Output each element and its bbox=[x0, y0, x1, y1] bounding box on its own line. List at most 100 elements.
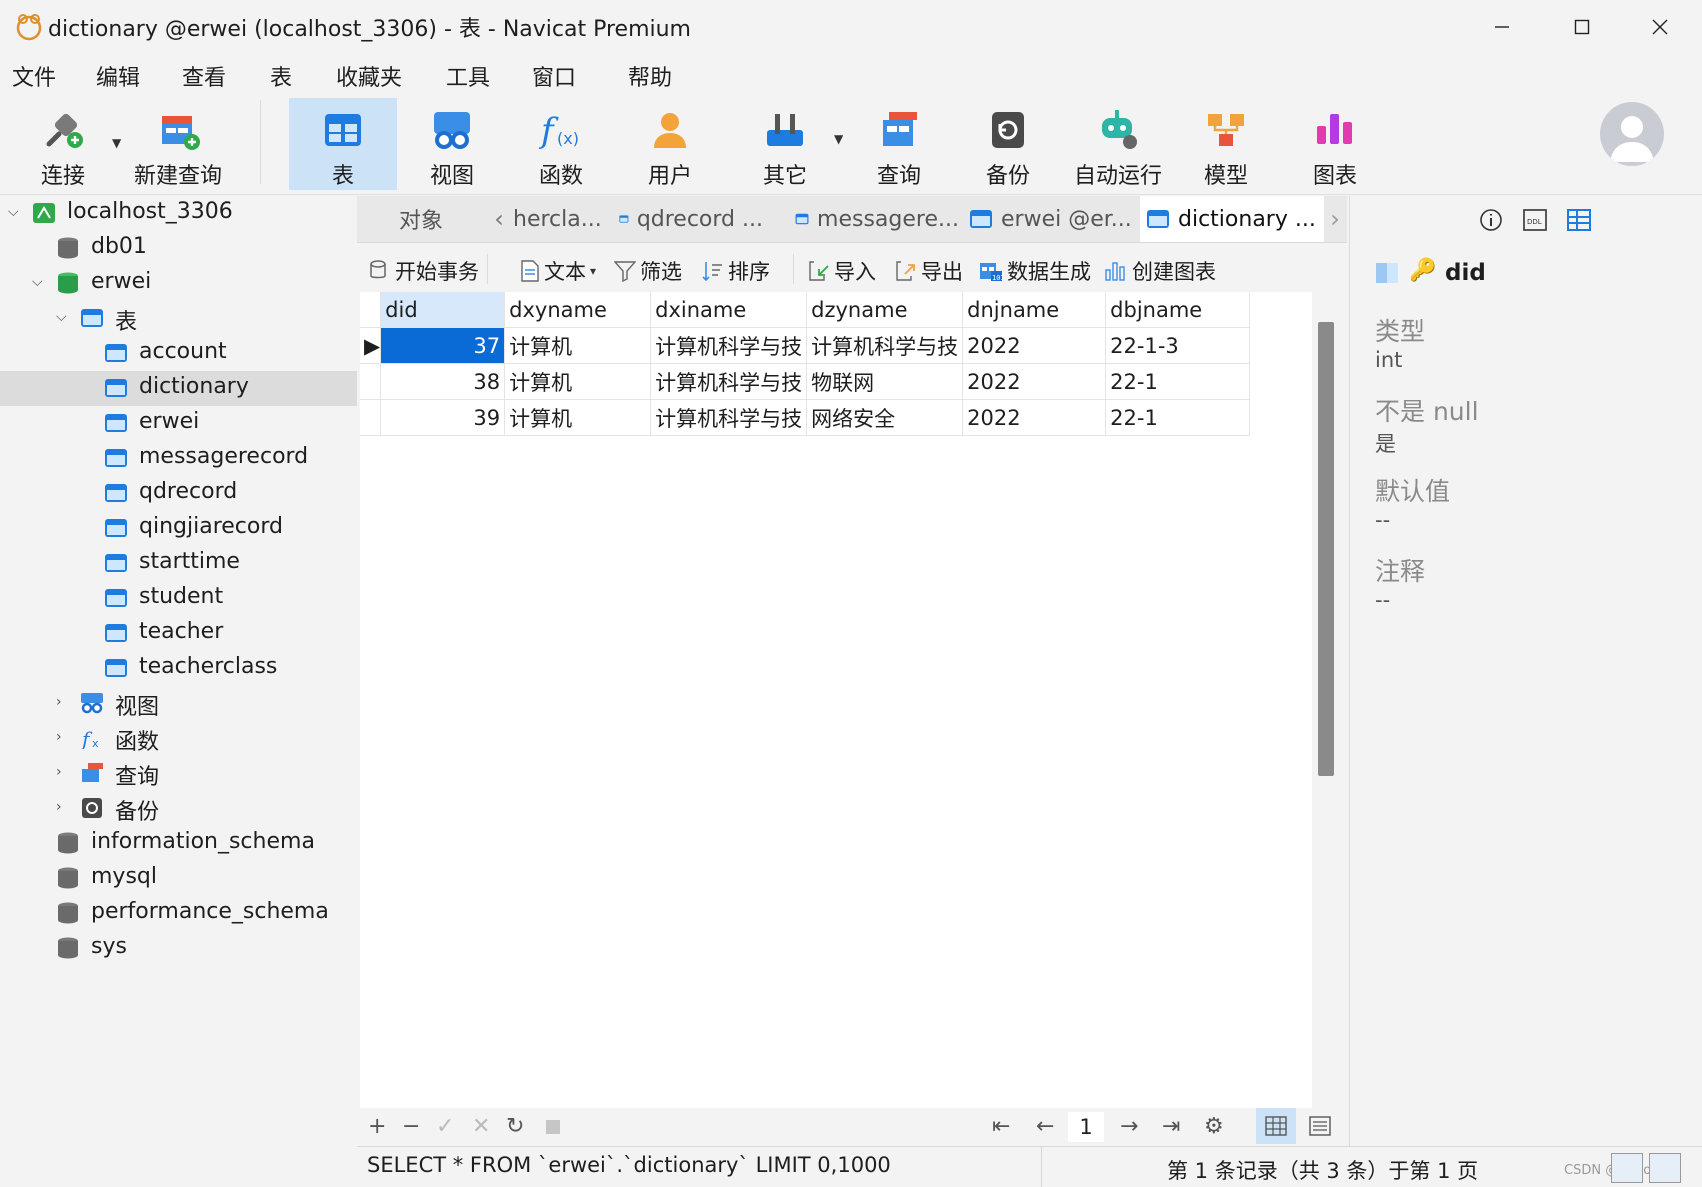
export-button[interactable]: 导出 bbox=[895, 256, 963, 286]
expand-chevron-icon[interactable]: ⌵ bbox=[56, 309, 67, 325]
tree-group-backups[interactable]: › 备份 bbox=[0, 791, 357, 826]
table-cell[interactable]: 38 bbox=[380, 363, 506, 400]
column-header[interactable]: dzyname bbox=[806, 292, 964, 328]
tree-table-teacherclass[interactable]: teacherclass bbox=[0, 651, 357, 686]
other-button[interactable]: 其它 bbox=[735, 98, 835, 190]
tree-table-qdrecord[interactable]: qdrecord bbox=[0, 476, 357, 511]
tab-hercla[interactable]: hercla... bbox=[513, 196, 613, 242]
data-generation-button[interactable]: 101 数据生成 bbox=[979, 256, 1091, 286]
table-cell[interactable]: 39 bbox=[380, 399, 506, 436]
table-cell[interactable]: 22-1 bbox=[1105, 363, 1251, 400]
table-row[interactable]: 38 计算机 计算机科学与技 物联网 2022 22-1 bbox=[360, 363, 1251, 400]
table-row[interactable]: 39 计算机 计算机科学与技 网络安全 2022 22-1 bbox=[360, 399, 1251, 436]
begin-transaction-button[interactable]: 开始事务 bbox=[369, 256, 479, 286]
table-cell[interactable]: 物联网 bbox=[806, 363, 964, 400]
page-number-input[interactable]: 1 bbox=[1068, 1112, 1104, 1142]
tree-group-views[interactable]: › 视图 bbox=[0, 686, 357, 721]
menu-favorites[interactable]: 收藏夹 bbox=[336, 60, 402, 92]
expand-chevron-icon[interactable]: ⌵ bbox=[8, 204, 19, 220]
table-cell[interactable]: 计算机科学与技 bbox=[650, 363, 808, 400]
form-view-button[interactable] bbox=[1300, 1108, 1340, 1144]
column-header[interactable]: dxyname bbox=[504, 292, 652, 328]
tree-table-student[interactable]: student bbox=[0, 581, 357, 616]
text-view-button[interactable]: 文本 ▾ bbox=[520, 256, 596, 286]
connect-button[interactable]: 连接 bbox=[13, 98, 113, 190]
other-dropdown-icon[interactable]: ▼ bbox=[834, 132, 843, 146]
close-button[interactable] bbox=[1620, 0, 1700, 54]
tree-table-account[interactable]: account bbox=[0, 336, 357, 371]
panel-toggle-right-button[interactable] bbox=[1649, 1153, 1681, 1183]
table-button[interactable]: 表 bbox=[289, 98, 397, 190]
column-header[interactable]: dnjname bbox=[962, 292, 1107, 328]
field-layout-icon[interactable] bbox=[1566, 208, 1592, 232]
function-button[interactable]: f (x) 函数 bbox=[511, 98, 611, 190]
model-button[interactable]: 模型 bbox=[1176, 98, 1276, 190]
data-grid[interactable]: did dxyname dxiname dzyname dnjname dbjn… bbox=[360, 292, 1312, 1108]
table-cell[interactable]: 22-1-3 bbox=[1105, 327, 1251, 364]
next-page-icon[interactable]: → bbox=[1120, 1114, 1138, 1139]
avatar[interactable] bbox=[1600, 102, 1664, 166]
autorun-button[interactable]: 自动运行 bbox=[1068, 98, 1168, 190]
chevron-right-icon[interactable]: › bbox=[56, 694, 62, 710]
discard-changes-icon[interactable]: ✕ bbox=[472, 1114, 490, 1139]
import-button[interactable]: 导入 bbox=[808, 256, 876, 286]
tab-scroll-right-icon[interactable]: › bbox=[1325, 196, 1345, 242]
table-cell[interactable]: 计算机 bbox=[504, 327, 652, 364]
table-cell[interactable]: 37 bbox=[380, 327, 506, 364]
tree-db-erwei[interactable]: ⌵ erwei bbox=[0, 266, 357, 301]
table-cell[interactable]: 计算机 bbox=[504, 363, 652, 400]
tree-db-information-schema[interactable]: information_schema bbox=[0, 826, 357, 861]
sort-button[interactable]: 排序 bbox=[702, 256, 770, 286]
table-cell[interactable]: 2022 bbox=[962, 327, 1107, 364]
chevron-right-icon[interactable]: › bbox=[56, 729, 62, 745]
last-page-icon[interactable]: ⇥ bbox=[1162, 1114, 1180, 1139]
menu-table[interactable]: 表 bbox=[270, 60, 292, 92]
table-cell[interactable]: 22-1 bbox=[1105, 399, 1251, 436]
tree-db-sys[interactable]: sys bbox=[0, 931, 357, 966]
menu-help[interactable]: 帮助 bbox=[628, 60, 672, 92]
table-cell[interactable]: 计算机科学与技 bbox=[650, 399, 808, 436]
chevron-right-icon[interactable]: › bbox=[56, 799, 62, 815]
maximize-button[interactable] bbox=[1542, 0, 1622, 54]
chart-button[interactable]: 图表 bbox=[1285, 98, 1385, 190]
ddl-icon[interactable]: DDL bbox=[1522, 208, 1548, 232]
tree-table-messagerecord[interactable]: messagerecord bbox=[0, 441, 357, 476]
tree-db-performance-schema[interactable]: performance_schema bbox=[0, 896, 357, 931]
add-record-icon[interactable]: + bbox=[368, 1114, 386, 1139]
column-header[interactable]: did bbox=[380, 292, 506, 328]
delete-record-icon[interactable]: − bbox=[402, 1114, 420, 1139]
tree-table-dictionary[interactable]: dictionary bbox=[0, 371, 357, 406]
menu-view[interactable]: 查看 bbox=[182, 60, 226, 92]
query-button[interactable]: 查询 bbox=[849, 98, 949, 190]
column-header[interactable]: dbjname bbox=[1105, 292, 1251, 328]
stop-icon[interactable] bbox=[546, 1120, 560, 1134]
table-cell[interactable]: 2022 bbox=[962, 363, 1107, 400]
table-cell[interactable]: 网络安全 bbox=[806, 399, 964, 436]
info-icon[interactable] bbox=[1479, 208, 1503, 232]
tree-group-queries[interactable]: › 查询 bbox=[0, 756, 357, 791]
tab-dictionary[interactable]: dictionary ... bbox=[1140, 196, 1324, 242]
tree-table-starttime[interactable]: starttime bbox=[0, 546, 357, 581]
backup-button[interactable]: 备份 bbox=[958, 98, 1058, 190]
tree-connection[interactable]: ⌵ localhost_3306 bbox=[0, 196, 357, 231]
menu-tools[interactable]: 工具 bbox=[446, 60, 490, 92]
tab-qdrecord[interactable]: qdrecord ... bbox=[613, 196, 763, 242]
tab-messagerecord[interactable]: messagere... bbox=[789, 196, 959, 242]
tab-objects[interactable]: 对象 bbox=[357, 196, 485, 242]
first-page-icon[interactable]: ⇤ bbox=[992, 1114, 1010, 1139]
column-header[interactable]: dxiname bbox=[650, 292, 808, 328]
expand-chevron-icon[interactable]: ⌵ bbox=[32, 274, 43, 290]
view-button[interactable]: 视图 bbox=[402, 98, 502, 190]
tree-table-erwei[interactable]: erwei bbox=[0, 406, 357, 441]
table-cell[interactable]: 计算机科学与技 bbox=[650, 327, 808, 364]
panel-toggle-left-button[interactable] bbox=[1611, 1153, 1643, 1183]
grid-view-button[interactable] bbox=[1256, 1108, 1296, 1144]
new-query-button[interactable]: 新建查询 bbox=[128, 98, 228, 190]
table-cell[interactable]: 计算机科学与技 bbox=[806, 327, 964, 364]
filter-button[interactable]: 筛选 bbox=[614, 256, 682, 286]
table-cell[interactable]: 2022 bbox=[962, 399, 1107, 436]
refresh-icon[interactable]: ↻ bbox=[506, 1114, 524, 1139]
tree-db-mysql[interactable]: mysql bbox=[0, 861, 357, 896]
tree-db-db01[interactable]: db01 bbox=[0, 231, 357, 266]
connect-dropdown-icon[interactable]: ▼ bbox=[112, 136, 121, 150]
